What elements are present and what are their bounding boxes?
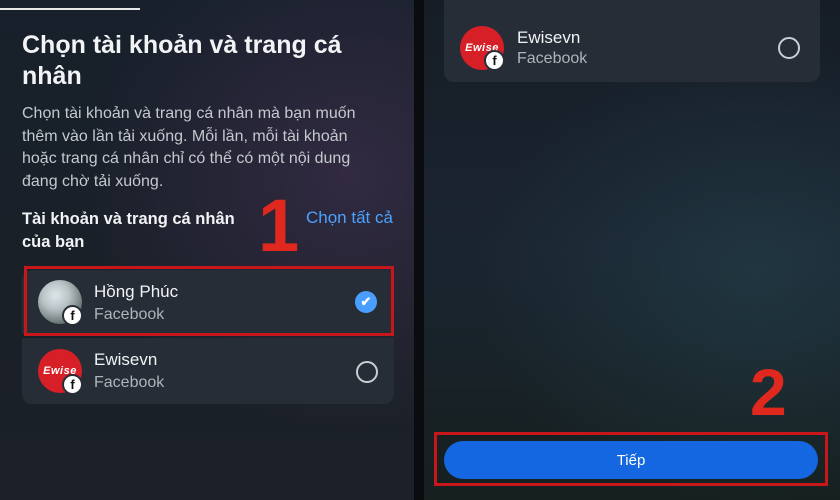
page-description: Chọn tài khoản và trang cá nhân mà bạn m… — [22, 105, 356, 190]
select-all-link[interactable]: Chọn tất cả — [306, 208, 393, 228]
next-button[interactable]: Tiếp — [444, 441, 818, 479]
page-title: Chọn tài khoản và trang cá nhân — [22, 31, 342, 90]
account-name: Ewisevn — [517, 28, 581, 47]
account-name: Ewisevn — [94, 350, 158, 369]
account-item-ewisevn[interactable]: Ewise f Ewisevn Facebook — [444, 0, 820, 82]
highlight-box-1 — [24, 266, 394, 336]
top-indicator — [0, 8, 140, 10]
radio-button[interactable] — [778, 37, 800, 59]
account-item-ewisevn[interactable]: Ewise f Ewisevn Facebook — [22, 338, 394, 404]
account-platform: Facebook — [94, 374, 165, 391]
facebook-icon: f — [484, 50, 505, 71]
radio-button[interactable] — [356, 361, 378, 383]
right-screen: Ewise f Ewisevn Facebook 2 Tiếp — [424, 0, 840, 500]
step-marker-1: 1 — [258, 184, 300, 267]
step-marker-2: 2 — [750, 355, 787, 429]
left-screen: Chọn tài khoản và trang cá nhân Chọn tài… — [0, 0, 414, 500]
panel-divider — [414, 0, 424, 500]
section-title: Tài khoản và trang cá nhân của bạn — [22, 210, 235, 251]
facebook-icon: f — [62, 374, 83, 395]
account-platform: Facebook — [517, 50, 588, 67]
